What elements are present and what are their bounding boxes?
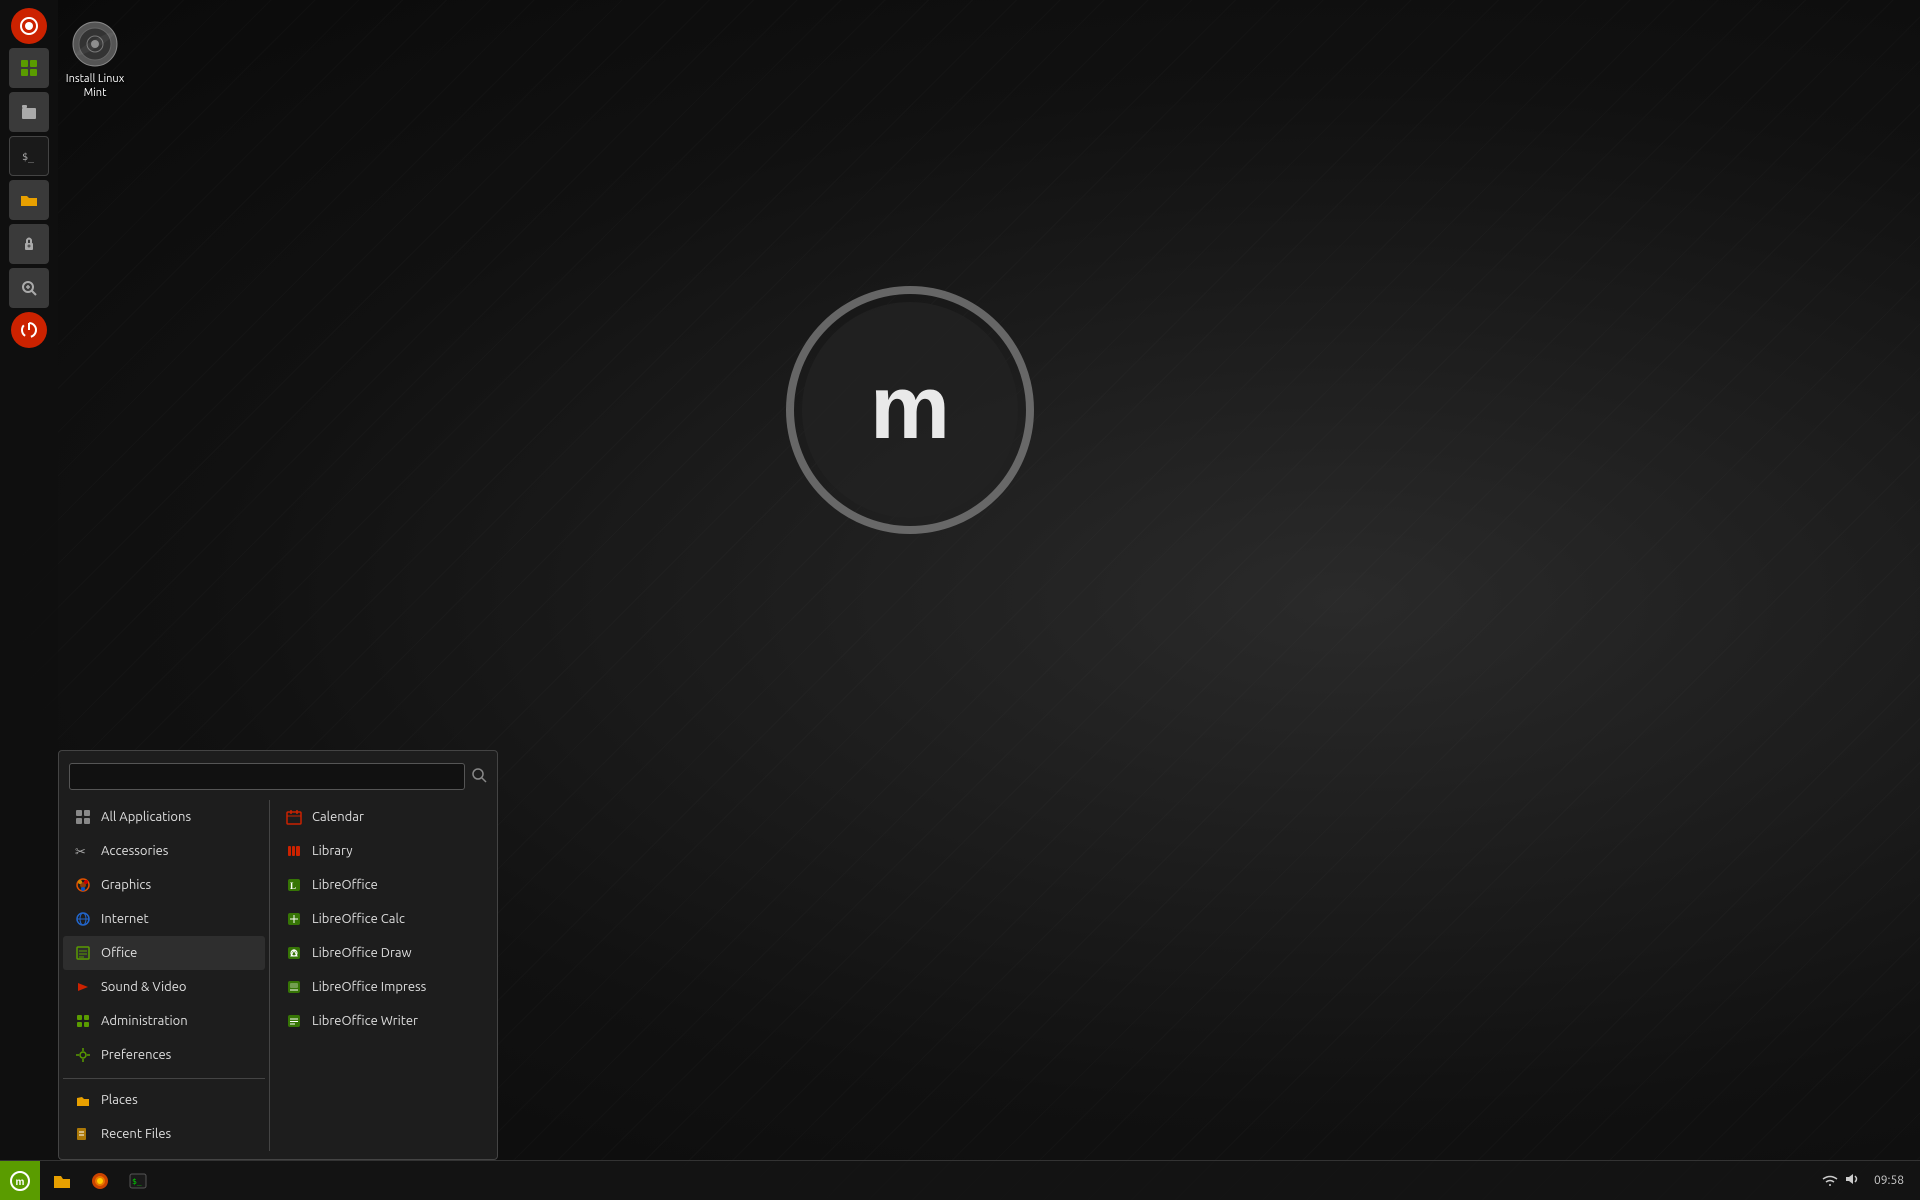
svg-text:$_: $_	[132, 1177, 142, 1186]
calendar-icon	[284, 807, 304, 827]
calendar-label: Calendar	[312, 810, 364, 824]
libreoffice-impress-icon	[284, 977, 304, 997]
menu-places[interactable]: Places	[63, 1083, 265, 1117]
taskbar-app-buttons: $_	[40, 1163, 1814, 1199]
menu-category-accessories[interactable]: ✂ Accessories	[63, 834, 265, 868]
taskbar-time: 09:58	[1866, 1174, 1912, 1187]
svg-text:L: L	[290, 881, 296, 891]
menu-category-office[interactable]: Office	[63, 936, 265, 970]
libreoffice-draw-label: LibreOffice Draw	[312, 946, 412, 960]
menu-category-graphics[interactable]: Graphics	[63, 868, 265, 902]
office-label: Office	[101, 946, 137, 960]
app-libreoffice-calc[interactable]: LibreOffice Calc	[274, 902, 493, 936]
preferences-label: Preferences	[101, 1048, 171, 1062]
taskbar-firefox-button[interactable]	[82, 1163, 118, 1199]
sound-video-label: Sound & Video	[101, 980, 187, 994]
internet-label: Internet	[101, 912, 149, 926]
places-label: Places	[101, 1093, 138, 1107]
app-libreoffice-writer[interactable]: LibreOffice Writer	[274, 1004, 493, 1038]
menu-apps: Calendar Library	[269, 800, 497, 1151]
sidebar-icon-update[interactable]	[9, 268, 49, 308]
sidebar-icon-lock[interactable]	[9, 224, 49, 264]
menu-search-area	[59, 759, 497, 800]
start-button[interactable]: m	[0, 1161, 40, 1200]
svg-text:m: m	[16, 1177, 25, 1188]
sidebar-icon-power[interactable]	[11, 312, 47, 348]
sidebar: $_	[0, 0, 58, 1160]
menu-category-administration[interactable]: Administration	[63, 1004, 265, 1038]
preferences-icon	[73, 1045, 93, 1065]
app-libreoffice-draw[interactable]: LibreOffice Draw	[274, 936, 493, 970]
taskbar: m $_	[0, 1160, 1920, 1200]
libreoffice-writer-icon	[284, 1011, 304, 1031]
taskbar-files-button[interactable]	[44, 1163, 80, 1199]
graphics-label: Graphics	[101, 878, 151, 892]
app-libreoffice-impress[interactable]: LibreOffice Impress	[274, 970, 493, 1004]
menu-category-internet[interactable]: Internet	[63, 902, 265, 936]
library-label: Library	[312, 844, 352, 858]
libreoffice-label: LibreOffice	[312, 878, 378, 892]
taskbar-system-tray: 09:58	[1814, 1171, 1920, 1190]
search-icon[interactable]	[471, 767, 487, 786]
recent-files-icon	[73, 1124, 93, 1144]
sound-video-icon	[73, 977, 93, 997]
menu-recent-files[interactable]: Recent Files	[63, 1117, 265, 1151]
menu-popup: All Applications ✂ Accessories	[58, 750, 498, 1160]
menu-category-preferences[interactable]: Preferences	[63, 1038, 265, 1072]
app-libreoffice[interactable]: L LibreOffice	[274, 868, 493, 902]
sidebar-icon-folder[interactable]	[9, 180, 49, 220]
svg-text:✂: ✂	[75, 845, 86, 859]
libreoffice-calc-label: LibreOffice Calc	[312, 912, 405, 926]
all-applications-label: All Applications	[101, 810, 191, 824]
mint-logo: m	[780, 280, 1040, 544]
sidebar-icon-calculator[interactable]	[9, 48, 49, 88]
install-linux-mint-icon[interactable]: Install Linux Mint	[55, 20, 135, 101]
office-icon	[73, 943, 93, 963]
disc-icon	[71, 20, 119, 68]
administration-label: Administration	[101, 1014, 188, 1028]
graphics-icon	[73, 875, 93, 895]
libreoffice-writer-label: LibreOffice Writer	[312, 1014, 418, 1028]
desktop: m Install Linux Mint	[0, 0, 1920, 1200]
sidebar-icon-hypnotix[interactable]	[11, 8, 47, 44]
recent-files-label: Recent Files	[101, 1127, 171, 1141]
app-calendar[interactable]: Calendar	[274, 800, 493, 834]
app-library[interactable]: Library	[274, 834, 493, 868]
libreoffice-impress-label: LibreOffice Impress	[312, 980, 426, 994]
sidebar-icon-terminal[interactable]: $_	[9, 136, 49, 176]
all-applications-icon	[73, 807, 93, 827]
network-icon[interactable]	[1822, 1171, 1838, 1190]
menu-category-sound-video[interactable]: Sound & Video	[63, 970, 265, 1004]
menu-content: All Applications ✂ Accessories	[59, 800, 497, 1151]
taskbar-terminal-button[interactable]: $_	[120, 1163, 156, 1199]
accessories-label: Accessories	[101, 844, 168, 858]
internet-icon	[73, 909, 93, 929]
libreoffice-icon: L	[284, 875, 304, 895]
install-linux-mint-label: Install Linux Mint	[55, 72, 135, 101]
volume-icon[interactable]	[1844, 1171, 1860, 1190]
menu-search-input[interactable]	[69, 763, 465, 790]
administration-icon	[73, 1011, 93, 1031]
libreoffice-draw-icon	[284, 943, 304, 963]
places-icon	[73, 1090, 93, 1110]
accessories-icon: ✂	[73, 841, 93, 861]
svg-text:$_: $_	[22, 152, 35, 163]
sidebar-icon-files[interactable]	[9, 92, 49, 132]
menu-categories: All Applications ✂ Accessories	[59, 800, 269, 1151]
menu-category-all-applications[interactable]: All Applications	[63, 800, 265, 834]
libreoffice-calc-icon	[284, 909, 304, 929]
library-icon	[284, 841, 304, 861]
svg-text:m: m	[870, 358, 950, 458]
